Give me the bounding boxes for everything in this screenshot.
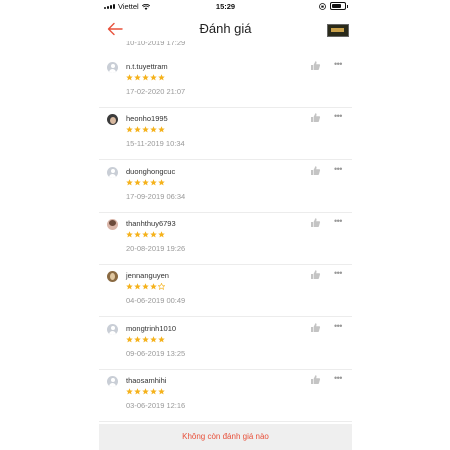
review-username: duonghongcuc <box>126 166 176 176</box>
thumbs-up-icon[interactable] <box>310 217 321 228</box>
review-username: n.t.tuyettram <box>126 62 168 71</box>
star-filled-icon <box>134 74 141 81</box>
thumbs-up-icon[interactable] <box>310 269 321 280</box>
more-options-icon[interactable]: ••• <box>334 269 342 278</box>
review-item: jennanguyen 04-06-2019 00:49 ••• <box>99 264 352 318</box>
more-options-icon[interactable]: ••• <box>334 321 342 330</box>
rating-stars <box>126 335 165 343</box>
thumbs-up-icon[interactable] <box>310 374 321 385</box>
star-filled-icon <box>142 283 149 290</box>
star-filled-icon <box>126 126 133 133</box>
review-username: thaosamhihi <box>126 375 167 385</box>
star-filled-icon <box>126 74 133 81</box>
more-options-icon[interactable]: ••• <box>334 164 342 173</box>
thumbs-up-icon[interactable] <box>310 60 321 71</box>
review-date: 04-06-2019 00:49 <box>126 296 186 306</box>
user-avatar[interactable] <box>107 62 118 73</box>
star-filled-icon <box>158 74 165 81</box>
star-filled-icon <box>142 126 149 133</box>
star-filled-icon <box>150 178 157 185</box>
star-filled-icon <box>150 231 157 238</box>
star-filled-icon <box>150 126 157 133</box>
star-filled-icon <box>134 178 141 185</box>
user-avatar[interactable] <box>107 218 118 230</box>
rating-stars <box>126 231 165 238</box>
star-filled-icon <box>158 178 165 185</box>
star-filled-icon <box>158 231 165 238</box>
review-item: thaosamhihi 03-06-2019 12:16 ••• <box>99 369 352 422</box>
rating-stars <box>126 74 165 81</box>
review-username: heonho1995 <box>126 114 168 124</box>
star-filled-icon <box>126 283 133 290</box>
rating-stars <box>126 178 165 186</box>
no-more-reviews-banner: Không còn đánh giá nào <box>99 424 352 450</box>
review-username: thanhthuy6793 <box>126 218 176 228</box>
more-options-icon[interactable]: ••• <box>334 373 342 382</box>
star-filled-icon <box>126 231 133 238</box>
star-filled-icon <box>150 335 157 342</box>
review-item: heonho1995 15-11-2019 10:34 ••• <box>99 107 352 161</box>
star-filled-icon <box>158 335 165 342</box>
partial-review-date: 10-10-2019 17:29 <box>126 41 186 47</box>
status-time: 15:29 <box>215 2 236 11</box>
review-date: 09-06-2019 13:25 <box>126 348 186 358</box>
status-right <box>319 2 348 10</box>
nav-bar: Đánh giá <box>99 16 352 44</box>
thumbs-up-icon[interactable] <box>310 112 321 123</box>
thumbs-up-icon[interactable] <box>310 322 321 333</box>
review-item: duonghongcuc 17-09-2019 06:34 ••• <box>99 160 352 213</box>
star-filled-icon <box>142 178 149 185</box>
rating-stars <box>126 388 165 395</box>
page-title: Đánh giá <box>199 21 252 36</box>
rating-stars <box>126 283 165 291</box>
status-bar: Viettel 15:29 <box>99 0 352 14</box>
star-empty-icon <box>158 283 165 291</box>
review-item: n.t.tuyettram 17-02-2020 21:07 ••• <box>99 55 352 108</box>
more-options-icon[interactable]: ••• <box>334 216 342 225</box>
star-filled-icon <box>142 74 149 81</box>
orientation-lock-icon <box>319 2 326 10</box>
user-avatar[interactable] <box>107 375 118 387</box>
battery-icon <box>330 2 348 10</box>
more-options-icon[interactable]: ••• <box>334 112 342 121</box>
user-avatar[interactable] <box>107 166 118 178</box>
star-filled-icon <box>134 388 141 395</box>
phone-screen: Viettel 15:29 Đánh giá 10-10-2019 17:29 … <box>99 0 352 450</box>
star-filled-icon <box>142 388 149 395</box>
star-filled-icon <box>150 283 157 290</box>
user-avatar[interactable] <box>107 114 118 126</box>
more-options-icon[interactable]: ••• <box>334 60 342 69</box>
review-date: 17-09-2019 06:34 <box>126 191 186 201</box>
star-filled-icon <box>134 335 141 342</box>
star-filled-icon <box>150 388 157 395</box>
review-item: mongtrinh1010 09-06-2019 13:25 ••• <box>99 317 352 370</box>
star-filled-icon <box>134 283 141 290</box>
review-date: 20-08-2019 19:26 <box>126 243 186 253</box>
product-thumbnail[interactable] <box>327 24 349 37</box>
star-filled-icon <box>142 335 149 342</box>
thumbs-up-icon[interactable] <box>310 165 321 176</box>
rating-stars <box>126 126 165 133</box>
review-item: thanhthuy6793 20-08-2019 19:26 ••• <box>99 212 352 265</box>
review-date: 03-06-2019 12:16 <box>126 400 186 410</box>
star-filled-icon <box>126 388 133 395</box>
star-filled-icon <box>126 178 133 185</box>
star-filled-icon <box>150 74 157 81</box>
star-filled-icon <box>158 388 165 395</box>
star-filled-icon <box>134 231 141 238</box>
star-filled-icon <box>158 126 165 133</box>
star-filled-icon <box>134 126 141 133</box>
user-avatar[interactable] <box>107 323 118 335</box>
review-date: 15-11-2019 10:34 <box>126 139 185 149</box>
review-date: 17-02-2020 21:07 <box>126 87 186 96</box>
star-filled-icon <box>126 335 133 342</box>
star-filled-icon <box>142 231 149 238</box>
review-username: jennanguyen <box>126 271 169 281</box>
review-username: mongtrinh1010 <box>126 323 177 333</box>
user-avatar[interactable] <box>107 271 118 283</box>
